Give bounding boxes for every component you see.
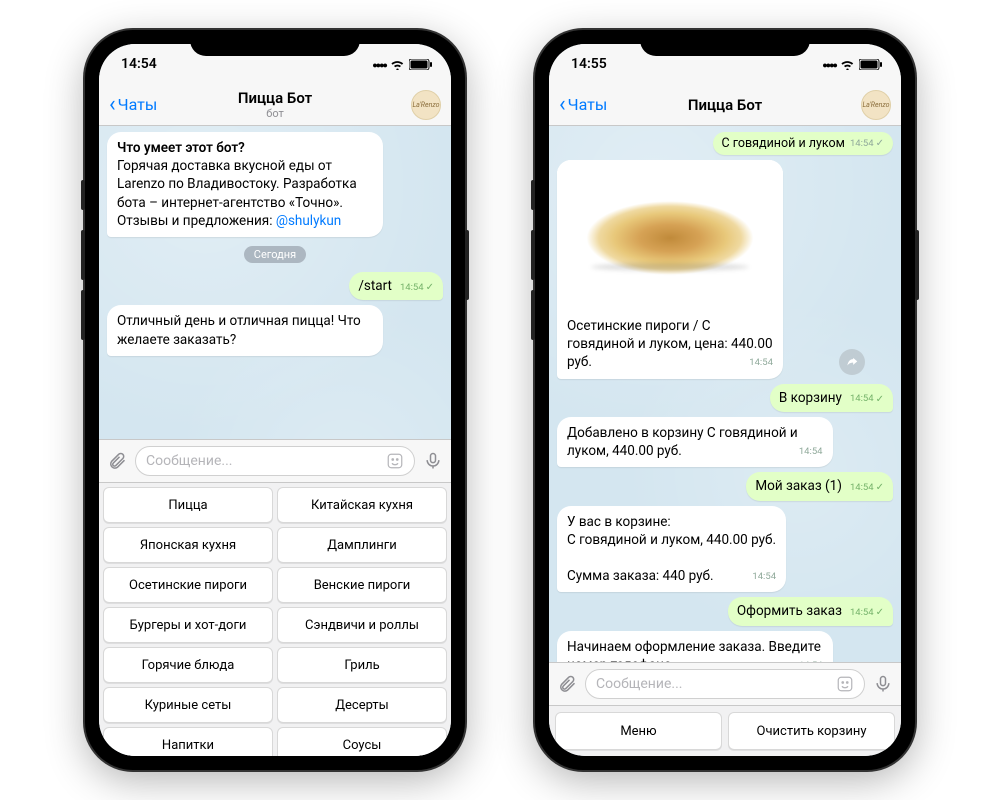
- bot-added-confirm: Добавлено в корзину С говядиной и луком,…: [557, 417, 833, 467]
- greeting-text: Отличный день и отличная пицца! Что жела…: [117, 313, 361, 347]
- user-start-message: /start 14:54: [349, 272, 443, 300]
- avatar[interactable]: La'Renzo: [411, 90, 441, 120]
- check-icon: [876, 606, 884, 620]
- bot-greeting-message: Отличный день и отличная пицца! Что жела…: [107, 305, 383, 355]
- mic-icon[interactable]: [423, 451, 443, 471]
- chevron-left-icon: ‹: [559, 94, 566, 116]
- intro-link[interactable]: @shulykun: [276, 213, 341, 229]
- back-label: Чаты: [568, 95, 608, 114]
- product-image: [557, 160, 783, 310]
- message-input-bar: Сообщение...: [549, 662, 901, 705]
- attach-icon[interactable]: [107, 451, 127, 471]
- notch: [640, 30, 810, 56]
- attach-icon[interactable]: [557, 674, 577, 694]
- check-icon: [876, 393, 884, 407]
- product-card: Осетинские пироги / С говядиной и луком,…: [557, 160, 783, 379]
- kb-dumplings[interactable]: Дамплинги: [277, 527, 447, 563]
- message-input[interactable]: Сообщение...: [585, 669, 865, 699]
- kb-pizza[interactable]: Пицца: [103, 487, 273, 523]
- status-time: 14:55: [571, 56, 607, 72]
- check-icon: [876, 481, 884, 495]
- chevron-left-icon: ‹: [109, 94, 116, 116]
- date-pill: Сегодня: [244, 246, 306, 263]
- reply-keyboard: Пицца Китайская кухня Японская кухня Дам…: [99, 482, 451, 756]
- kb-chicken[interactable]: Куриные сеты: [103, 687, 273, 723]
- bot-cart-summary: У вас в корзине: С говядиной и луком, 44…: [557, 506, 786, 593]
- wifi-icon: [840, 59, 855, 70]
- kb-menu[interactable]: Меню: [555, 712, 722, 750]
- notch: [190, 30, 360, 56]
- status-time: 14:54: [121, 56, 157, 72]
- kb-chinese[interactable]: Китайская кухня: [277, 487, 447, 523]
- sticker-icon[interactable]: [836, 675, 854, 693]
- check-icon: [426, 281, 434, 295]
- kb-vienna[interactable]: Венские пироги: [277, 567, 447, 603]
- sticker-icon[interactable]: [386, 452, 404, 470]
- kb-drinks[interactable]: Напитки: [103, 727, 273, 756]
- mic-icon[interactable]: [873, 674, 893, 694]
- bot-intro-message: Что умеет этот бот? Горячая доставка вку…: [107, 132, 383, 237]
- user-add-cart: В корзину 14:54: [770, 384, 893, 412]
- signal-icon: [372, 56, 386, 72]
- phone-mockup-right: 14:55 ‹ Чаты Пицца Бот La'Renzo: [535, 30, 915, 770]
- kb-sandwiches[interactable]: Сэндвичи и роллы: [277, 607, 447, 643]
- kb-burgers[interactable]: Бургеры и хот-доги: [103, 607, 273, 643]
- phone-mockup-left: 14:54 ‹ Чаты Пицца Бот бот La'Renzo: [85, 30, 465, 770]
- home-indicator[interactable]: [665, 760, 785, 764]
- message-input-bar: Сообщение...: [99, 439, 451, 482]
- check-icon: [876, 138, 884, 149]
- chat-area[interactable]: С говядиной и луком 14:54 Осетинские пир…: [549, 126, 901, 662]
- battery-icon: [859, 59, 883, 70]
- reply-keyboard: Меню Очистить корзину: [549, 705, 901, 756]
- home-indicator[interactable]: [215, 760, 335, 764]
- kb-grill[interactable]: Гриль: [277, 647, 447, 683]
- back-button[interactable]: ‹ Чаты: [559, 94, 607, 116]
- chat-area[interactable]: Что умеет этот бот? Горячая доставка вку…: [99, 126, 451, 439]
- chat-header: ‹ Чаты Пицца Бот La'Renzo: [549, 84, 901, 126]
- battery-icon: [409, 59, 433, 70]
- kb-ossetian[interactable]: Осетинские пироги: [103, 567, 273, 603]
- back-button[interactable]: ‹ Чаты: [109, 94, 157, 116]
- chat-header: ‹ Чаты Пицца Бот бот La'Renzo: [99, 84, 451, 126]
- kb-desserts[interactable]: Десерты: [277, 687, 447, 723]
- product-caption: Осетинские пироги / С говядиной и луком,…: [567, 318, 773, 370]
- user-checkout: Оформить заказ 14:54: [728, 597, 893, 625]
- start-command-text: /start: [358, 278, 392, 294]
- back-label: Чаты: [118, 95, 158, 114]
- input-placeholder: Сообщение...: [596, 676, 682, 692]
- signal-icon: [822, 56, 836, 72]
- kb-sauces[interactable]: Соусы: [277, 727, 447, 756]
- message-input[interactable]: Сообщение...: [135, 446, 415, 476]
- wifi-icon: [390, 59, 405, 70]
- kb-japanese[interactable]: Японская кухня: [103, 527, 273, 563]
- input-placeholder: Сообщение...: [146, 453, 232, 469]
- avatar[interactable]: La'Renzo: [861, 90, 891, 120]
- bot-phone-prompt: Начинаем оформление заказа. Введите номе…: [557, 631, 833, 662]
- share-button[interactable]: [839, 349, 865, 375]
- intro-title: Что умеет этот бот?: [117, 140, 245, 156]
- user-select-product: С говядиной и луком 14:54: [713, 132, 893, 155]
- kb-clear-cart[interactable]: Очистить корзину: [728, 712, 895, 750]
- kb-hot[interactable]: Горячие блюда: [103, 647, 273, 683]
- user-my-order: Мой заказ (1) 14:54: [746, 472, 893, 500]
